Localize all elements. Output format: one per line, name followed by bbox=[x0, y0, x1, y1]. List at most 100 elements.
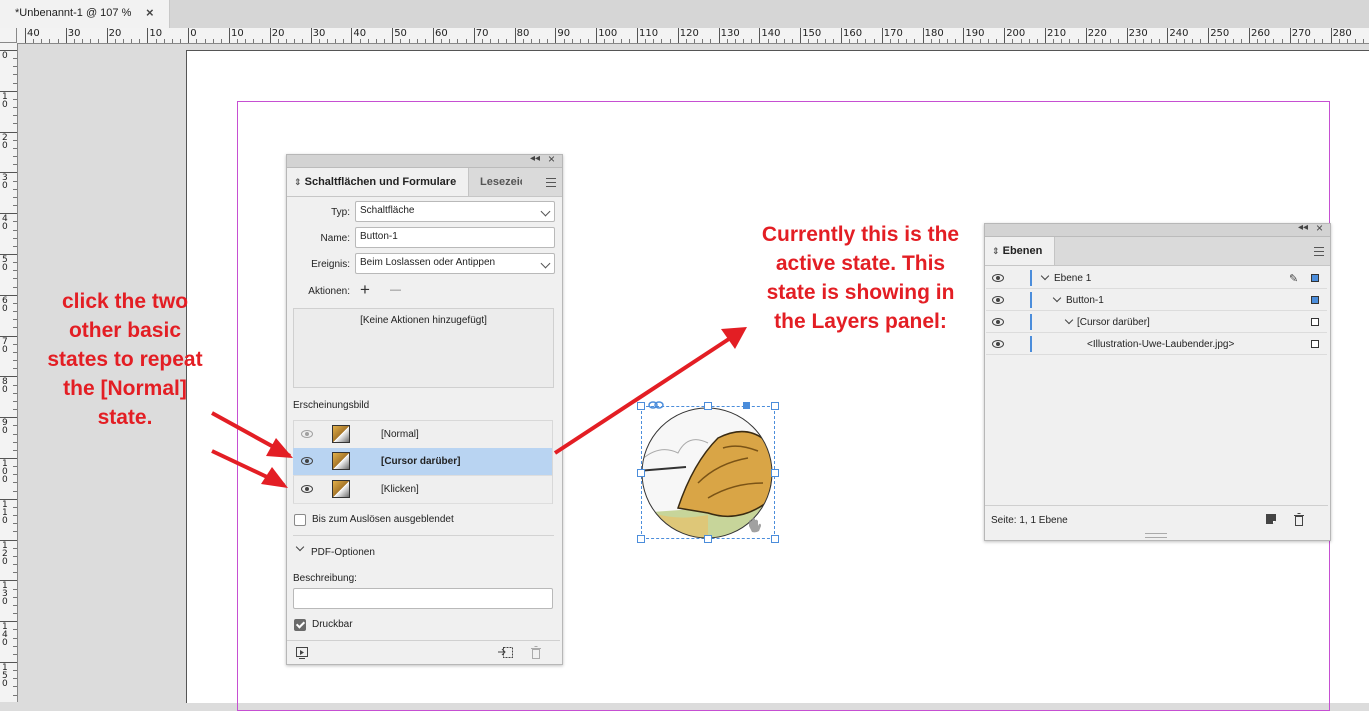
state-thumbnail bbox=[332, 452, 350, 470]
ruler-minor-tick bbox=[726, 39, 728, 43]
eye-icon[interactable] bbox=[301, 430, 313, 438]
trash-icon[interactable] bbox=[530, 646, 542, 659]
link-icon[interactable] bbox=[648, 400, 664, 410]
layer-row-button-1[interactable]: Button-1 bbox=[986, 289, 1327, 311]
ruler-tick bbox=[188, 28, 190, 43]
tab-buttons-forms-label: Schaltflächen und Formulare bbox=[304, 176, 457, 188]
state-row-normal[interactable]: [Normal] bbox=[293, 421, 552, 449]
ruler-minor-tick bbox=[13, 613, 17, 615]
eye-icon[interactable] bbox=[992, 340, 1004, 348]
ruler-minor-tick bbox=[13, 678, 17, 680]
close-icon[interactable]: × bbox=[146, 5, 154, 20]
resize-handle[interactable] bbox=[637, 469, 645, 477]
pdf-options-label[interactable]: PDF-Optionen bbox=[311, 547, 375, 558]
selection-square[interactable] bbox=[1311, 318, 1319, 326]
trash-icon[interactable] bbox=[1293, 513, 1305, 526]
resize-grip[interactable] bbox=[1145, 533, 1167, 538]
close-panel-icon[interactable]: × bbox=[1316, 221, 1323, 235]
ruler-label: 120 bbox=[2, 540, 8, 567]
layer-row-cursor-over[interactable]: [Cursor darüber] bbox=[986, 311, 1327, 333]
convert-to-button-icon[interactable] bbox=[498, 646, 514, 660]
ruler-label: 150 bbox=[2, 663, 8, 689]
annotation-line: click the two bbox=[61, 290, 189, 313]
panel-menu-icon[interactable] bbox=[546, 178, 556, 187]
ruler-label: 130 bbox=[2, 581, 8, 608]
ruler-minor-tick bbox=[1200, 39, 1202, 43]
ruler-minor-tick bbox=[13, 351, 17, 353]
name-input[interactable]: Button-1 bbox=[355, 227, 555, 248]
eye-icon[interactable] bbox=[992, 296, 1004, 304]
new-layer-icon[interactable] bbox=[1265, 513, 1277, 525]
description-input[interactable] bbox=[293, 588, 553, 609]
layer-color-bar bbox=[1030, 270, 1032, 286]
ruler-minor-tick bbox=[947, 39, 949, 43]
vertical-ruler[interactable]: 0 10 20 30 40 50 60 70 80 90 100 110 120 130 140 150 bbox=[0, 43, 18, 702]
eye-icon[interactable] bbox=[301, 485, 313, 493]
hidden-until-triggered-checkbox[interactable] bbox=[294, 514, 306, 526]
ruler-minor-tick bbox=[506, 39, 508, 43]
ruler-minor-tick bbox=[13, 139, 17, 141]
eye-icon[interactable] bbox=[301, 457, 313, 465]
resize-handle[interactable] bbox=[704, 402, 712, 410]
resize-handle[interactable] bbox=[771, 535, 779, 543]
ruler-minor-tick bbox=[1281, 39, 1283, 43]
anchor-handle[interactable] bbox=[743, 402, 750, 409]
horizontal-ruler[interactable]: 40 30 20 10 0 10 20 30 40 50 60 70 80 90 100 110 120 130 1… bbox=[17, 28, 1369, 44]
ruler-label: 20 bbox=[2, 132, 8, 151]
resize-handle[interactable] bbox=[637, 535, 645, 543]
chevron-down-icon[interactable] bbox=[1064, 315, 1074, 325]
annotation-left: click the two other basic states to repe… bbox=[30, 287, 220, 432]
ruler-minor-tick bbox=[930, 39, 932, 43]
resize-handle[interactable] bbox=[771, 469, 779, 477]
selection-square[interactable] bbox=[1311, 274, 1319, 282]
tab-bookmarks[interactable]: Lesezeic bbox=[480, 168, 522, 196]
layer-row-illustration[interactable]: <Illustration-Uwe-Laubender.jpg> bbox=[986, 333, 1327, 355]
resize-handle[interactable] bbox=[637, 402, 645, 410]
collapse-icon[interactable]: ◂◂ bbox=[530, 153, 540, 164]
collapse-icon[interactable]: ◂◂ bbox=[1298, 222, 1308, 233]
layer-row-ebene-1[interactable]: Ebene 1 ✎ bbox=[986, 267, 1327, 289]
eye-icon[interactable] bbox=[992, 318, 1004, 326]
printable-checkbox[interactable] bbox=[294, 619, 306, 631]
ruler-minor-tick bbox=[13, 564, 17, 566]
chevron-down-icon[interactable] bbox=[1040, 271, 1050, 281]
selection-square[interactable] bbox=[1311, 296, 1319, 304]
close-panel-icon[interactable]: × bbox=[548, 152, 555, 166]
ruler-minor-tick bbox=[155, 39, 157, 43]
ruler-minor-tick bbox=[1175, 39, 1177, 43]
resize-handle[interactable] bbox=[704, 535, 712, 543]
tab-layers[interactable]: ⇕ Ebenen bbox=[985, 237, 1055, 265]
type-select[interactable]: Schaltfläche bbox=[355, 201, 555, 222]
panel-menu-icon[interactable] bbox=[1314, 247, 1324, 256]
preview-icon[interactable] bbox=[296, 647, 308, 659]
resize-handle[interactable] bbox=[771, 402, 779, 410]
event-select[interactable]: Beim Loslassen oder Antippen bbox=[355, 253, 555, 274]
ruler-minor-tick bbox=[530, 39, 532, 43]
ruler-minor-tick bbox=[1314, 39, 1316, 43]
ruler-tick bbox=[1085, 28, 1087, 43]
ruler-minor-tick bbox=[481, 39, 483, 43]
state-row-click[interactable]: [Klicken] bbox=[293, 476, 552, 504]
ruler-minor-tick bbox=[367, 39, 369, 43]
tab-buttons-forms[interactable]: ⇕ Schaltflächen und Formulare bbox=[287, 168, 469, 196]
ruler-minor-tick bbox=[979, 39, 981, 43]
ruler-minor-tick bbox=[816, 39, 818, 43]
state-row-cursor-over[interactable]: [Cursor darüber] bbox=[293, 448, 552, 476]
ruler-minor-tick bbox=[1322, 39, 1324, 43]
chevron-down-icon[interactable] bbox=[1052, 293, 1062, 303]
ruler-label: 70 bbox=[2, 336, 8, 355]
ruler-tick bbox=[433, 28, 434, 43]
ruler-minor-tick bbox=[13, 278, 17, 280]
eye-icon[interactable] bbox=[992, 274, 1004, 282]
document-tab[interactable]: *Unbenannt-1 @ 107 % × bbox=[0, 0, 170, 28]
ruler-minor-tick bbox=[1053, 39, 1055, 43]
ruler-label: 230 bbox=[1128, 28, 1148, 39]
ruler-label: 180 bbox=[924, 28, 944, 39]
selection-square[interactable] bbox=[1311, 340, 1319, 348]
actions-list[interactable]: [Keine Aktionen hinzugefügt] bbox=[293, 308, 554, 388]
remove-action-button[interactable]: — bbox=[390, 284, 401, 296]
add-action-button[interactable]: + bbox=[360, 280, 370, 300]
ruler-origin[interactable] bbox=[0, 28, 17, 43]
ruler-minor-tick bbox=[539, 39, 541, 43]
ruler-minor-tick bbox=[13, 474, 17, 476]
